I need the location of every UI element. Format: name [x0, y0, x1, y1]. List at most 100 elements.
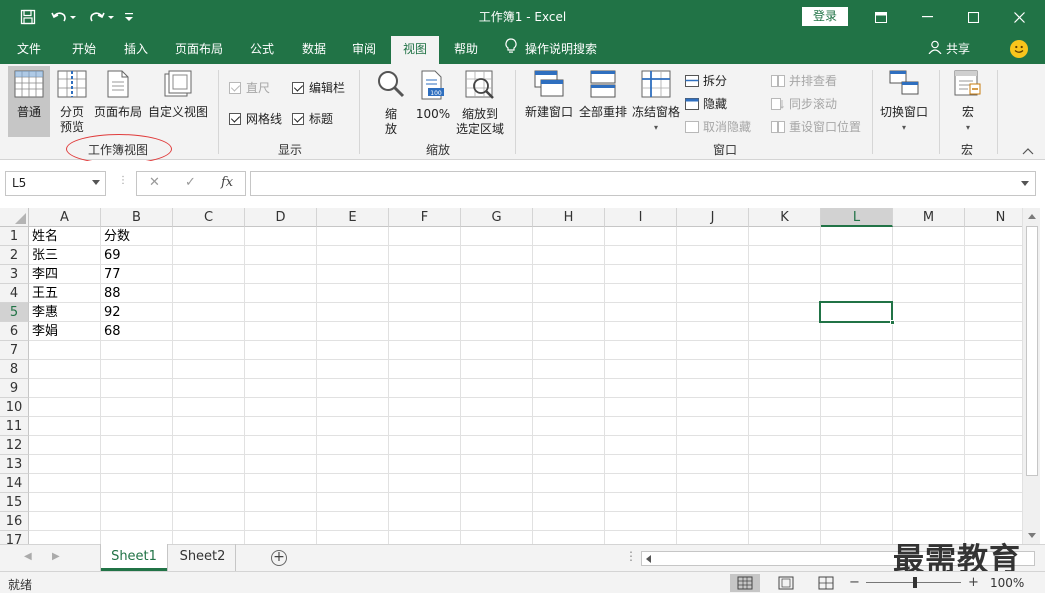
row-header[interactable]: 6: [0, 322, 29, 341]
sheet-tab-sheet1[interactable]: Sheet1: [101, 544, 167, 571]
cell-A2[interactable]: 张三: [29, 246, 101, 265]
scroll-up-icon[interactable]: [1028, 214, 1036, 219]
cell-B2[interactable]: 69: [101, 246, 173, 265]
worksheet-grid[interactable]: 姓名 分数 张三 69 李四 77 王五 88 李惠 92 李娟 68 ABCDEFGHIJKLMN1…: [0, 208, 1022, 544]
zoom-slider-thumb[interactable]: [913, 577, 917, 588]
feedback-smiley-icon[interactable]: [1010, 40, 1028, 58]
page-break-status-icon[interactable]: [811, 574, 841, 592]
share-button[interactable]: 共享: [928, 34, 970, 64]
zoom-out-icon[interactable]: −: [849, 575, 860, 590]
zoom-button[interactable]: 缩 放: [372, 70, 410, 137]
row-header[interactable]: 14: [0, 474, 29, 493]
undo-icon[interactable]: [46, 0, 80, 34]
column-header[interactable]: A: [29, 208, 101, 227]
formula-bar-grip-icon[interactable]: ⋮: [118, 175, 128, 189]
macros-button[interactable]: 宏 ▾: [947, 70, 989, 137]
cell-B4[interactable]: 88: [101, 284, 173, 303]
expand-formula-bar-icon[interactable]: [1021, 181, 1029, 186]
collapse-ribbon-icon[interactable]: [1021, 146, 1035, 156]
column-header[interactable]: J: [677, 208, 749, 227]
column-header[interactable]: N: [965, 208, 1022, 227]
custom-views-button[interactable]: 自定义视图: [146, 70, 210, 137]
vertical-scrollbar[interactable]: [1022, 208, 1040, 544]
enter-formula-icon[interactable]: ✓: [185, 175, 196, 190]
prev-sheet-icon[interactable]: ◀: [24, 551, 32, 562]
cell-area[interactable]: 姓名 分数 张三 69 李四 77 王五 88 李惠 92 李娟 68: [29, 227, 1022, 544]
insert-function-icon[interactable]: fx: [221, 175, 233, 190]
column-header[interactable]: C: [173, 208, 245, 227]
column-header[interactable]: E: [317, 208, 389, 227]
ribbon-display-options-icon[interactable]: [858, 0, 904, 34]
cell-B6[interactable]: 68: [101, 322, 173, 341]
freeze-panes-button[interactable]: 冻结窗格 ▾: [630, 70, 682, 137]
cell-A5[interactable]: 李惠: [29, 303, 101, 322]
row-header[interactable]: 17: [0, 531, 29, 544]
row-header[interactable]: 13: [0, 455, 29, 474]
column-header[interactable]: F: [389, 208, 461, 227]
row-header[interactable]: 12: [0, 436, 29, 455]
formula-bar-checkbox[interactable]: 编辑栏: [292, 79, 345, 96]
hide-button[interactable]: 隐藏: [685, 95, 727, 112]
formula-input[interactable]: [250, 171, 1036, 196]
next-sheet-icon[interactable]: ▶: [52, 551, 60, 562]
scroll-left-icon[interactable]: [646, 555, 651, 563]
row-header[interactable]: 4: [0, 284, 29, 303]
tell-me-search[interactable]: 操作说明搜索: [505, 34, 597, 64]
tab-formulas[interactable]: 公式: [240, 34, 284, 64]
cell-B3[interactable]: 77: [101, 265, 173, 284]
cell-A1[interactable]: 姓名: [29, 227, 101, 246]
row-header[interactable]: 9: [0, 379, 29, 398]
tab-data[interactable]: 数据: [292, 34, 336, 64]
split-button[interactable]: 拆分: [685, 72, 727, 89]
zoom-in-icon[interactable]: +: [968, 575, 979, 590]
redo-icon[interactable]: [84, 0, 118, 34]
page-layout-status-icon[interactable]: [771, 574, 801, 592]
maximize-icon[interactable]: [950, 0, 996, 34]
cell-A6[interactable]: 李娟: [29, 322, 101, 341]
cell-A4[interactable]: 王五: [29, 284, 101, 303]
sheet-tab-sheet2[interactable]: Sheet2: [170, 544, 236, 571]
column-header[interactable]: B: [101, 208, 173, 227]
name-box[interactable]: L5: [5, 171, 106, 196]
column-header[interactable]: I: [605, 208, 677, 227]
column-header[interactable]: G: [461, 208, 533, 227]
column-header[interactable]: D: [245, 208, 317, 227]
normal-view-status-icon[interactable]: [730, 574, 760, 592]
active-cell-border[interactable]: [819, 301, 893, 323]
zoom-level[interactable]: 100%: [990, 576, 1024, 590]
headings-checkbox[interactable]: 标题: [292, 110, 333, 127]
row-header[interactable]: 7: [0, 341, 29, 360]
switch-windows-button[interactable]: 切换窗口 ▾: [876, 70, 932, 137]
cancel-formula-icon[interactable]: ✕: [149, 175, 160, 190]
tab-file[interactable]: 文件: [8, 34, 50, 64]
add-sheet-icon[interactable]: +: [271, 550, 287, 566]
save-icon[interactable]: [14, 0, 42, 34]
row-header[interactable]: 5: [0, 303, 29, 322]
tab-split-grip-icon[interactable]: ⋮: [625, 549, 637, 563]
row-header[interactable]: 15: [0, 493, 29, 512]
vertical-scroll-thumb[interactable]: [1026, 226, 1038, 476]
column-header[interactable]: M: [893, 208, 965, 227]
tab-view[interactable]: 视图: [391, 36, 439, 64]
close-icon[interactable]: [996, 0, 1042, 34]
chevron-down-icon[interactable]: [92, 180, 100, 185]
row-header[interactable]: 11: [0, 417, 29, 436]
cell-B1[interactable]: 分数: [101, 227, 173, 246]
new-window-button[interactable]: 新建窗口: [522, 70, 576, 137]
tab-help[interactable]: 帮助: [444, 34, 488, 64]
login-button[interactable]: 登录: [802, 7, 848, 26]
cell-A3[interactable]: 李四: [29, 265, 101, 284]
row-header[interactable]: 3: [0, 265, 29, 284]
page-break-preview-button[interactable]: 分页 预览: [52, 70, 92, 137]
normal-view-button[interactable]: 普通: [8, 66, 50, 137]
row-header[interactable]: 1: [0, 227, 29, 246]
tab-home[interactable]: 开始: [62, 34, 106, 64]
minimize-icon[interactable]: [904, 0, 950, 34]
column-header[interactable]: L: [821, 208, 893, 227]
tab-page-layout[interactable]: 页面布局: [166, 34, 232, 64]
row-header[interactable]: 8: [0, 360, 29, 379]
zoom-100-button[interactable]: 100 100%: [412, 70, 454, 137]
column-header[interactable]: K: [749, 208, 821, 227]
page-layout-button[interactable]: 页面布局: [92, 70, 144, 137]
scroll-down-icon[interactable]: [1028, 533, 1036, 538]
